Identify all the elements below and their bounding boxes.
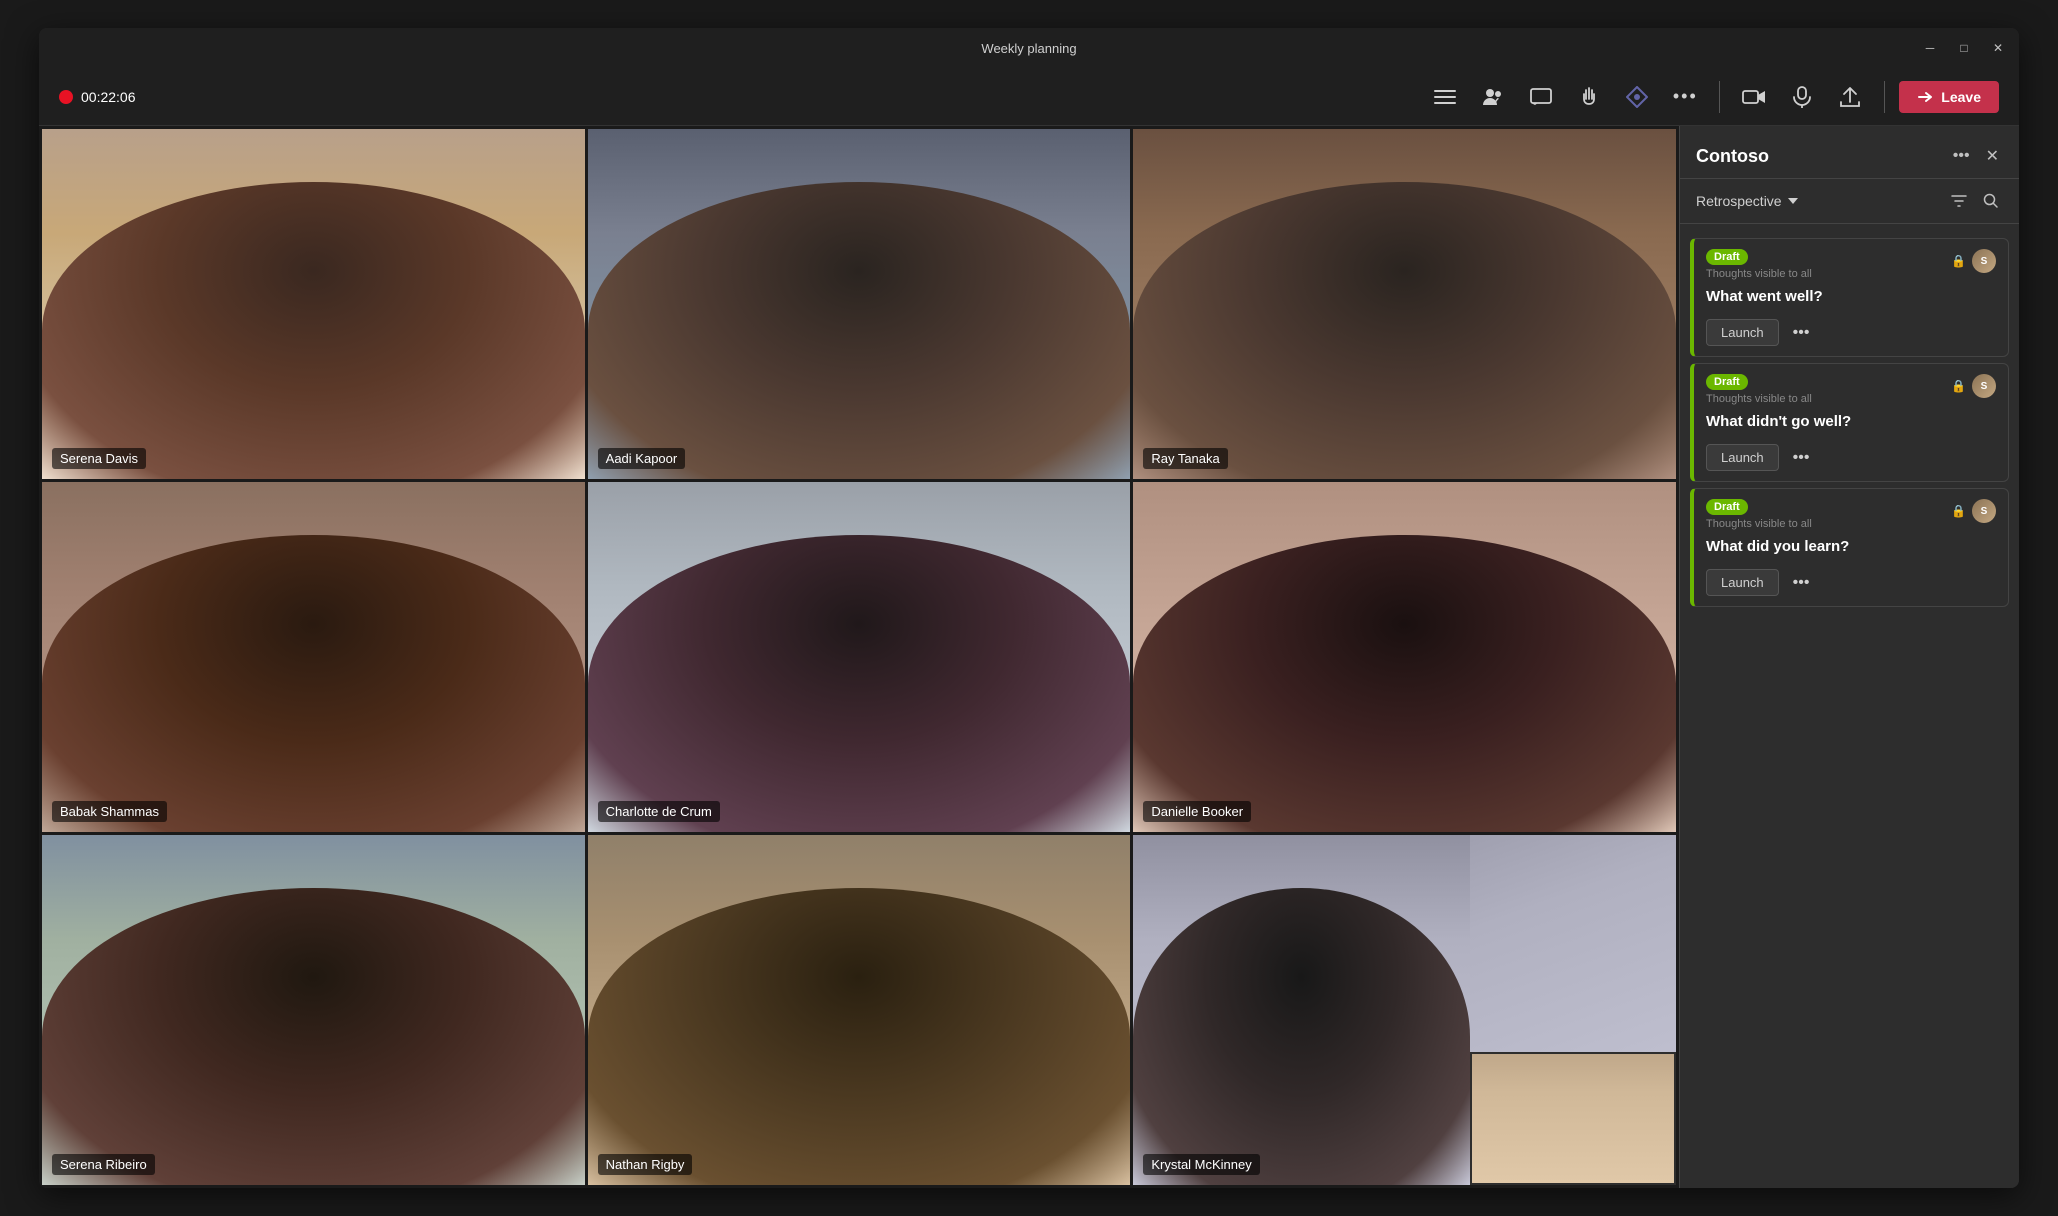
sidebar-title: Contoso	[1696, 146, 1769, 167]
retro-card-2-header: Draft Thoughts visible to all 🔒 S	[1694, 364, 2008, 409]
video-cell-aadi-kapoor: Aadi Kapoor	[588, 129, 1131, 479]
retro-card-2-right: 🔒 S	[1951, 374, 1996, 398]
retro-card-1-top-row: Draft	[1706, 249, 1812, 265]
self-view-inset	[1470, 1052, 1676, 1185]
participants-button[interactable]	[1425, 77, 1465, 117]
retrospective-selector[interactable]: Retrospective	[1696, 193, 1798, 209]
avatar-1: S	[1972, 249, 1996, 273]
more-button-3[interactable]: •••	[1787, 570, 1816, 596]
retro-card-3-title: What did you learn?	[1694, 534, 2008, 563]
draft-badge-3: Draft	[1706, 499, 1748, 515]
controls-divider	[1719, 81, 1720, 113]
title-bar: Weekly planning ─ □ ✕	[39, 28, 2019, 68]
thoughts-text-1: Thoughts visible to all	[1706, 268, 1812, 280]
retro-card-3-meta: Draft Thoughts visible to all	[1706, 499, 1812, 530]
chat-button[interactable]	[1521, 77, 1561, 117]
launch-button-1[interactable]: Launch	[1706, 319, 1779, 346]
more-button-1[interactable]: •••	[1787, 320, 1816, 346]
video-cell-babak-shammas: Babak Shammas	[42, 482, 585, 832]
sidebar-content: Draft Thoughts visible to all 🔒 S What w…	[1680, 224, 2019, 1188]
meeting-bar: 00:22:06	[39, 68, 2019, 126]
chevron-down-icon	[1788, 198, 1798, 204]
minimize-button[interactable]: ─	[1921, 39, 1939, 57]
window-title: Weekly planning	[981, 41, 1076, 56]
participant-name-krystal-mckinney: Krystal McKinney	[1143, 1154, 1259, 1175]
retro-card-2-meta: Draft Thoughts visible to all	[1706, 374, 1812, 405]
launch-button-2[interactable]: Launch	[1706, 444, 1779, 471]
more-button-2[interactable]: •••	[1787, 445, 1816, 471]
participant-name-ray-tanaka: Ray Tanaka	[1143, 448, 1227, 469]
retrospective-label: Retrospective	[1696, 193, 1782, 209]
retro-card-1-right: 🔒 S	[1951, 249, 1996, 273]
main-content: Serena Davis Aadi Kapoor Ray Tanaka	[39, 126, 2019, 1188]
launch-button-3[interactable]: Launch	[1706, 569, 1779, 596]
thoughts-text-3: Thoughts visible to all	[1706, 518, 1812, 530]
people-button[interactable]	[1473, 77, 1513, 117]
app-window: Weekly planning ─ □ ✕ 00:22:06	[39, 28, 2019, 1188]
retro-card-3-actions: Launch •••	[1694, 563, 2008, 606]
participant-name-danielle-booker: Danielle Booker	[1143, 801, 1251, 822]
participant-name-charlotte-de-crum: Charlotte de Crum	[598, 801, 720, 822]
share-button[interactable]	[1830, 77, 1870, 117]
sidebar-subheader: Retrospective	[1680, 179, 2019, 224]
sidebar: Contoso ••• ✕ Retrospective	[1679, 126, 2019, 1188]
apps-button[interactable]	[1617, 77, 1657, 117]
sidebar-header: Contoso ••• ✕	[1680, 126, 2019, 179]
retro-card-1-actions: Launch •••	[1694, 313, 2008, 356]
search-button[interactable]	[1979, 189, 2003, 213]
participant-name-serena-ribeiro: Serena Ribeiro	[52, 1154, 155, 1175]
avatar-3: S	[1972, 499, 1996, 523]
recording-dot	[59, 90, 73, 104]
sidebar-more-button[interactable]: •••	[1949, 142, 1974, 170]
retro-card-1-meta: Draft Thoughts visible to all	[1706, 249, 1812, 280]
sidebar-close-button[interactable]: ✕	[1982, 142, 2003, 170]
lock-icon-1: 🔒	[1951, 254, 1966, 268]
video-cell-nathan-rigby: Nathan Rigby	[588, 835, 1131, 1185]
recording-time: 00:22:06	[81, 89, 136, 105]
sidebar-header-actions: ••• ✕	[1949, 142, 2003, 170]
participant-name-serena-davis: Serena Davis	[52, 448, 146, 469]
recording-indicator: 00:22:06	[59, 89, 136, 105]
participant-name-aadi-kapoor: Aadi Kapoor	[598, 448, 686, 469]
lock-icon-3: 🔒	[1951, 504, 1966, 518]
meeting-controls: •••	[1425, 77, 1999, 117]
retro-card-1-title: What went well?	[1694, 284, 2008, 313]
controls-divider2	[1884, 81, 1885, 113]
retro-card-2: Draft Thoughts visible to all 🔒 S What d…	[1690, 363, 2009, 482]
participant-name-babak-shammas: Babak Shammas	[52, 801, 167, 822]
draft-badge-2: Draft	[1706, 374, 1748, 390]
avatar-2: S	[1972, 374, 1996, 398]
close-button[interactable]: ✕	[1989, 39, 2007, 57]
lock-icon-2: 🔒	[1951, 379, 1966, 393]
retro-card-1-header: Draft Thoughts visible to all 🔒 S	[1694, 239, 2008, 284]
video-cell-charlotte-de-crum: Charlotte de Crum	[588, 482, 1131, 832]
participant-name-nathan-rigby: Nathan Rigby	[598, 1154, 693, 1175]
window-controls: ─ □ ✕	[1921, 39, 2007, 57]
retro-card-3-top-row: Draft	[1706, 499, 1812, 515]
retro-card-3-header: Draft Thoughts visible to all 🔒 S	[1694, 489, 2008, 534]
video-cell-krystal-mckinney: Krystal McKinney	[1133, 835, 1676, 1185]
video-cell-ray-tanaka: Ray Tanaka	[1133, 129, 1676, 479]
leave-button[interactable]: Leave	[1899, 81, 1999, 113]
draft-badge-1: Draft	[1706, 249, 1748, 265]
retro-card-3-right: 🔒 S	[1951, 499, 1996, 523]
retro-card-2-title: What didn't go well?	[1694, 409, 2008, 438]
microphone-button[interactable]	[1782, 77, 1822, 117]
thoughts-text-2: Thoughts visible to all	[1706, 393, 1812, 405]
video-cell-danielle-booker: Danielle Booker	[1133, 482, 1676, 832]
maximize-button[interactable]: □	[1955, 39, 1973, 57]
leave-label: Leave	[1941, 89, 1981, 105]
retro-card-3: Draft Thoughts visible to all 🔒 S What d…	[1690, 488, 2009, 607]
subheader-actions	[1947, 189, 2003, 213]
retro-card-1: Draft Thoughts visible to all 🔒 S What w…	[1690, 238, 2009, 357]
video-grid: Serena Davis Aadi Kapoor Ray Tanaka	[39, 126, 1679, 1188]
filter-button[interactable]	[1947, 189, 1971, 213]
video-cell-serena-davis: Serena Davis	[42, 129, 585, 479]
more-options-button[interactable]: •••	[1665, 77, 1705, 117]
raise-hand-button[interactable]	[1569, 77, 1609, 117]
retro-card-2-actions: Launch •••	[1694, 438, 2008, 481]
camera-button[interactable]	[1734, 77, 1774, 117]
retro-card-2-top-row: Draft	[1706, 374, 1812, 390]
video-cell-serena-ribeiro: Serena Ribeiro	[42, 835, 585, 1185]
